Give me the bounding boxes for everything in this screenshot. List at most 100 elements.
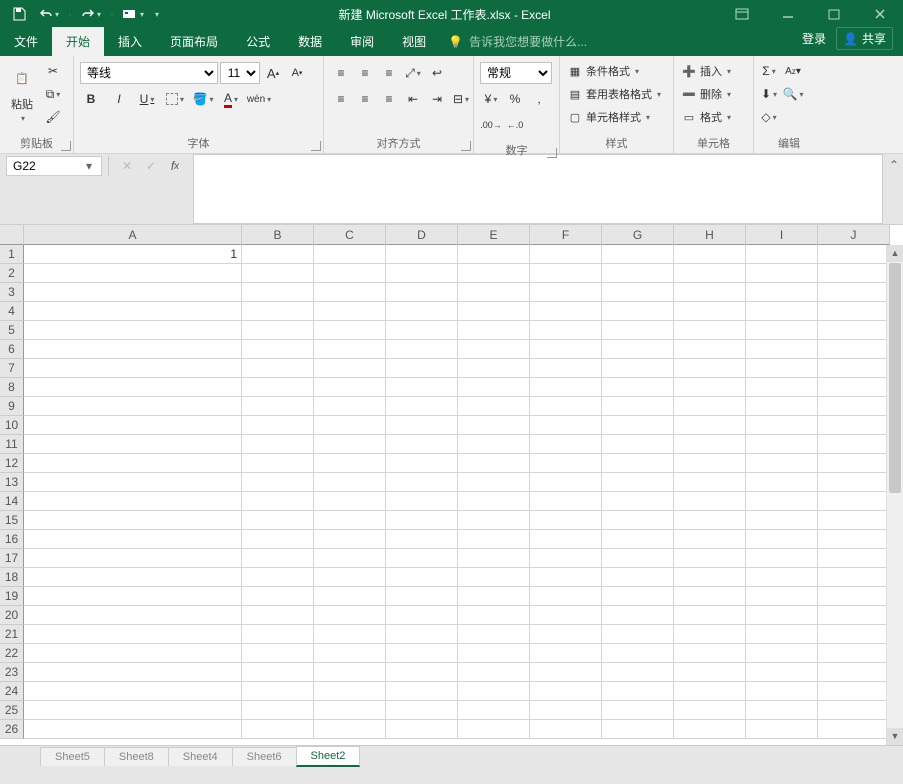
cell[interactable] [242, 397, 314, 416]
cell[interactable] [24, 283, 242, 302]
cell[interactable] [818, 416, 890, 435]
cell[interactable] [674, 473, 746, 492]
cell[interactable] [314, 454, 386, 473]
tab-home[interactable]: 开始 [52, 27, 104, 56]
cell[interactable] [746, 682, 818, 701]
row-header[interactable]: 17 [0, 549, 24, 568]
cell[interactable] [746, 302, 818, 321]
cell[interactable] [386, 530, 458, 549]
cell[interactable] [602, 397, 674, 416]
cell[interactable] [602, 587, 674, 606]
cell[interactable]: 1 [24, 245, 242, 264]
cell[interactable] [530, 549, 602, 568]
row-header[interactable]: 15 [0, 511, 24, 530]
cell[interactable] [530, 492, 602, 511]
align-center-button[interactable]: ≡ [354, 88, 376, 110]
cell[interactable] [458, 644, 530, 663]
column-header[interactable]: F [530, 225, 602, 245]
cell[interactable] [386, 264, 458, 283]
cell[interactable] [746, 473, 818, 492]
cell[interactable] [242, 302, 314, 321]
cell[interactable] [602, 606, 674, 625]
cell[interactable] [458, 511, 530, 530]
touch-mode-button[interactable]: ▾ [120, 2, 146, 26]
decrease-indent-button[interactable]: ⇤ [402, 88, 424, 110]
cell[interactable] [314, 682, 386, 701]
cell[interactable] [242, 663, 314, 682]
cell[interactable] [386, 625, 458, 644]
sort-filter-button[interactable]: Az▾ [782, 60, 804, 82]
font-color-button[interactable]: A▾ [220, 88, 242, 110]
maximize-button[interactable] [811, 0, 857, 28]
cell[interactable] [386, 378, 458, 397]
cell[interactable] [746, 549, 818, 568]
cell[interactable] [746, 530, 818, 549]
cell[interactable] [24, 530, 242, 549]
cell[interactable] [818, 340, 890, 359]
cell[interactable] [242, 359, 314, 378]
cell[interactable] [674, 625, 746, 644]
align-middle-button[interactable]: ≡ [354, 62, 376, 84]
clear-button[interactable]: ◇▾ [758, 106, 780, 128]
cell[interactable] [818, 473, 890, 492]
cell[interactable] [530, 302, 602, 321]
cell[interactable] [242, 606, 314, 625]
save-button[interactable] [6, 2, 32, 26]
cell[interactable] [24, 682, 242, 701]
cell[interactable] [602, 378, 674, 397]
cell[interactable] [458, 264, 530, 283]
cell[interactable] [674, 701, 746, 720]
formula-input[interactable] [193, 154, 883, 224]
italic-button[interactable]: I [108, 88, 130, 110]
column-header[interactable]: B [242, 225, 314, 245]
cell[interactable] [530, 321, 602, 340]
row-header[interactable]: 5 [0, 321, 24, 340]
formula-bar-collapse[interactable]: ⌃ [885, 154, 903, 224]
cell[interactable] [386, 302, 458, 321]
cell[interactable] [458, 682, 530, 701]
cell[interactable] [602, 701, 674, 720]
conditional-format-button[interactable]: ▦条件格式▾ [564, 60, 642, 82]
cell[interactable] [530, 435, 602, 454]
cell[interactable] [530, 587, 602, 606]
column-header[interactable]: E [458, 225, 530, 245]
cell[interactable] [602, 340, 674, 359]
align-bottom-button[interactable]: ≡ [378, 62, 400, 84]
row-header[interactable]: 3 [0, 283, 24, 302]
increase-indent-button[interactable]: ⇥ [426, 88, 448, 110]
cell[interactable] [602, 264, 674, 283]
cell[interactable] [242, 644, 314, 663]
cell[interactable] [314, 511, 386, 530]
cell[interactable] [746, 701, 818, 720]
cell[interactable] [458, 245, 530, 264]
cell[interactable] [458, 435, 530, 454]
tab-view[interactable]: 视图 [388, 27, 440, 56]
cell[interactable] [818, 587, 890, 606]
cell[interactable] [242, 682, 314, 701]
row-header[interactable]: 21 [0, 625, 24, 644]
cell[interactable] [24, 397, 242, 416]
cell[interactable] [602, 435, 674, 454]
cell[interactable] [386, 321, 458, 340]
cell[interactable] [458, 549, 530, 568]
cell[interactable] [242, 454, 314, 473]
cell[interactable] [674, 530, 746, 549]
cell[interactable] [314, 492, 386, 511]
cell[interactable] [818, 682, 890, 701]
cell[interactable] [818, 245, 890, 264]
cell[interactable] [314, 644, 386, 663]
cell[interactable] [314, 435, 386, 454]
comma-button[interactable]: , [528, 88, 550, 110]
cell[interactable] [602, 416, 674, 435]
cell[interactable] [386, 454, 458, 473]
cell[interactable] [674, 435, 746, 454]
cell[interactable] [314, 701, 386, 720]
cell[interactable] [24, 302, 242, 321]
cell[interactable] [386, 568, 458, 587]
close-button[interactable] [857, 0, 903, 28]
share-button[interactable]: 👤 共享 [836, 27, 893, 50]
cell-styles-button[interactable]: ▢单元格样式▾ [564, 106, 653, 128]
cell[interactable] [242, 701, 314, 720]
row-header[interactable]: 26 [0, 720, 24, 739]
row-header[interactable]: 20 [0, 606, 24, 625]
